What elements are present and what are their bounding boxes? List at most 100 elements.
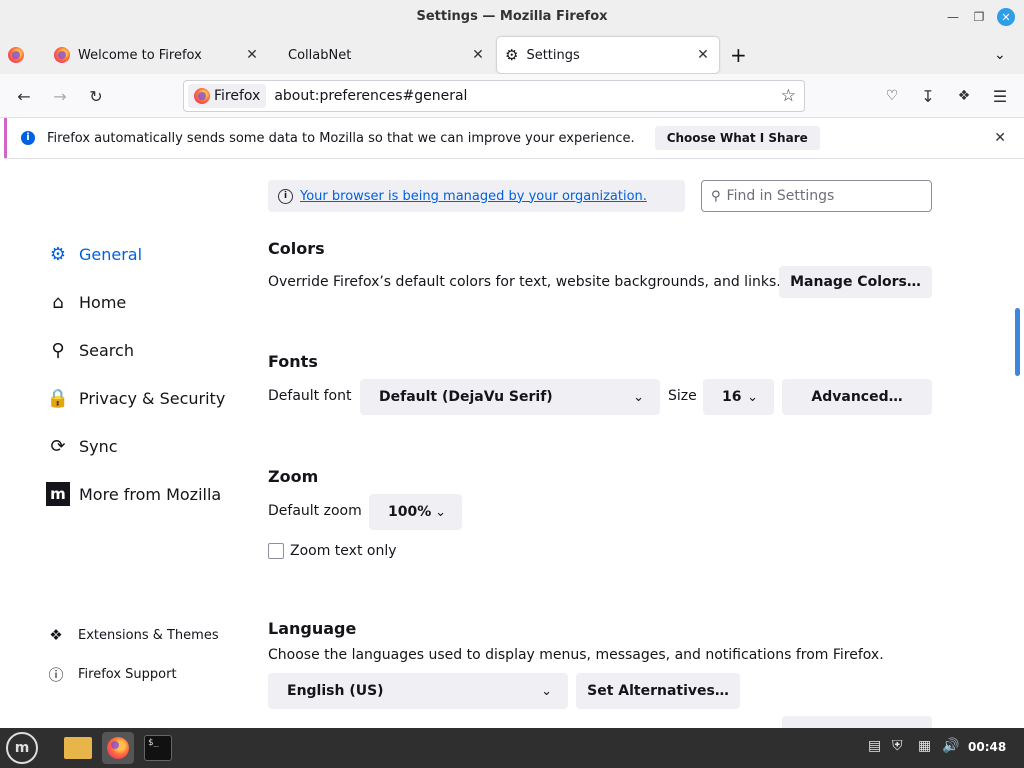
select-value: 100% (388, 504, 432, 520)
sidebar-item-more-from-mozilla[interactable]: m More from Mozilla (46, 482, 221, 506)
gear-icon: ⚙ (49, 243, 67, 265)
terminal-app-button[interactable]: $_ (142, 732, 174, 764)
navigation-toolbar: ← → ↻ Firefox about:preferences#general … (0, 74, 1024, 118)
sidebar-link-extensions-themes[interactable]: ❖ Extensions & Themes (46, 626, 219, 644)
arrow-right-icon: → (53, 86, 67, 106)
chevron-down-icon: ⌄ (435, 504, 446, 520)
zoom-text-only-checkbox[interactable] (268, 543, 284, 559)
download-icon: ↧ (921, 86, 935, 106)
sidebar-item-label: Search (79, 340, 134, 360)
tab-collabnet[interactable]: CollabNet ✕ (272, 37, 494, 73)
set-alternatives-button[interactable]: Set Alternatives… (576, 673, 740, 709)
tab-bar: Welcome to Firefox ✕ CollabNet ✕ ⚙ Setti… (0, 34, 1024, 74)
sidebar-item-home[interactable]: ⌂ Home (46, 290, 126, 314)
list-tabs-button[interactable]: ⌄ (994, 37, 1014, 73)
info-icon: i (278, 188, 293, 204)
data-notification-bar: i Firefox automatically sends some data … (4, 118, 1024, 158)
chevron-down-icon: ⌄ (633, 389, 644, 405)
sidebar-item-label: Home (79, 292, 127, 312)
new-tab-button[interactable]: + (730, 37, 750, 73)
mint-menu-icon[interactable]: m (6, 732, 38, 764)
default-font-select[interactable]: Default (DejaVu Serif) ⌄ (360, 379, 660, 415)
firefox-view-button[interactable] (8, 37, 32, 73)
sidebar-link-label: Extensions & Themes (78, 627, 219, 643)
taskbar: m $_ ▤ ⛨ ▦ 🔊 00:48 (0, 728, 1024, 768)
tab-welcome[interactable]: Welcome to Firefox ✕ (46, 37, 268, 73)
tab-label: Settings (526, 47, 580, 63)
colors-heading: Colors (268, 239, 325, 258)
identity-label: Firefox (214, 88, 261, 104)
tab-settings[interactable]: ⚙ Settings ✕ (497, 37, 719, 73)
default-zoom-select[interactable]: 100% ⌄ (369, 494, 462, 530)
sidebar-item-label: Privacy & Security (79, 388, 226, 408)
reload-icon: ↻ (89, 86, 103, 106)
info-icon: i (21, 131, 35, 145)
folder-icon (64, 737, 92, 759)
select-value: 16 (722, 389, 742, 405)
advanced-fonts-button[interactable]: Advanced… (782, 379, 932, 415)
firefox-icon (107, 737, 129, 759)
language-description: Choose the languages used to display men… (268, 647, 884, 663)
sidebar-item-privacy[interactable]: 🔒 Privacy & Security (46, 386, 226, 410)
clipboard-icon[interactable]: ▤ (868, 738, 881, 754)
tab-label: Welcome to Firefox (78, 47, 202, 63)
manage-colors-button[interactable]: Manage Colors… (779, 266, 932, 298)
pocket-button[interactable]: ♡ (880, 84, 904, 108)
identity-box[interactable]: Firefox (188, 84, 267, 108)
mozilla-icon: m (46, 482, 70, 506)
language-select[interactable]: English (US) ⌄ (268, 673, 568, 709)
close-icon[interactable]: ✕ (693, 47, 713, 63)
sidebar-link-firefox-support[interactable]: ⓘ Firefox Support (46, 664, 177, 685)
close-icon[interactable]: ✕ (468, 47, 488, 63)
sidebar-link-label: Firefox Support (78, 667, 177, 682)
minimize-icon[interactable]: — (944, 8, 962, 26)
volume-icon[interactable]: 🔊 (942, 738, 959, 754)
files-app-button[interactable] (62, 732, 94, 764)
chevron-down-icon: ⌄ (747, 389, 758, 405)
gear-icon: ⚙ (505, 46, 519, 64)
sidebar-item-search[interactable]: ⚲ Search (46, 338, 134, 362)
url-text[interactable]: about:preferences#general (274, 88, 780, 104)
firefox-icon (194, 88, 210, 104)
default-zoom-label: Default zoom (268, 503, 362, 519)
puzzle-icon: ❖ (49, 626, 63, 644)
shield-icon[interactable]: ⛨ (892, 738, 903, 754)
firefox-app-button[interactable] (102, 732, 134, 764)
firefox-view-icon (8, 47, 24, 63)
search-input[interactable]: ⚲ Find in Settings (701, 180, 932, 212)
back-button[interactable]: ← (12, 84, 36, 108)
zoom-text-only-label[interactable]: Zoom text only (290, 543, 397, 559)
scrollbar-thumb[interactable] (1015, 308, 1020, 376)
menu-button[interactable]: ☰ (988, 84, 1012, 108)
close-window-icon[interactable]: ✕ (997, 8, 1015, 26)
sidebar-item-label: General (79, 244, 143, 264)
pocket-icon: ♡ (885, 88, 899, 104)
hamburger-icon: ☰ (992, 86, 1008, 106)
close-icon[interactable]: ✕ (994, 130, 1006, 146)
managed-by-organization-link[interactable]: Your browser is being managed by your or… (300, 189, 647, 204)
font-size-label: Size (668, 388, 697, 404)
bookmark-star-icon[interactable]: ☆ (781, 86, 796, 106)
sidebar-item-sync[interactable]: ⟳ Sync (46, 434, 117, 458)
select-value: English (US) (287, 683, 384, 699)
network-icon[interactable]: ▦ (918, 738, 931, 754)
firefox-icon (54, 47, 70, 63)
extensions-button[interactable]: ❖ (952, 84, 976, 108)
downloads-button[interactable]: ↧ (916, 84, 940, 108)
url-bar[interactable]: Firefox about:preferences#general ☆ (183, 80, 805, 112)
search-placeholder: Find in Settings (726, 188, 835, 204)
font-size-select[interactable]: 16 ⌄ (703, 379, 774, 415)
sidebar-item-general[interactable]: ⚙ General (46, 242, 142, 266)
reload-button[interactable]: ↻ (84, 84, 108, 108)
search-icon: ⚲ (51, 339, 65, 361)
close-icon[interactable]: ✕ (242, 47, 262, 63)
colors-description: Override Firefox’s default colors for te… (268, 274, 781, 290)
clock[interactable]: 00:48 (968, 740, 1006, 754)
maximize-icon[interactable]: ❐ (970, 8, 988, 26)
partially-visible-button[interactable] (782, 716, 932, 728)
window-titlebar: Settings — Mozilla Firefox — ❐ ✕ (0, 0, 1024, 34)
choose-what-i-share-button[interactable]: Choose What I Share (654, 126, 820, 150)
forward-button[interactable]: → (48, 84, 72, 108)
search-icon: ⚲ (711, 188, 721, 204)
settings-content: ⚙ General ⌂ Home ⚲ Search 🔒 Privacy & Se… (0, 160, 1024, 728)
